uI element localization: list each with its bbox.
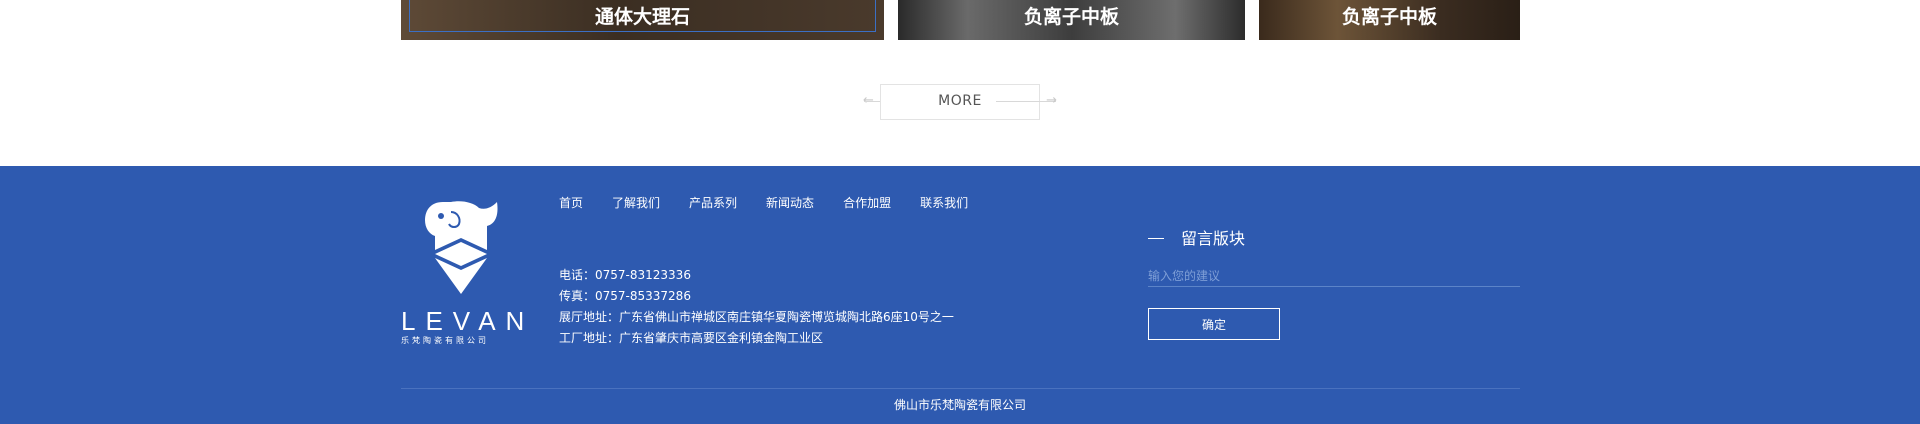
footer-nav: 首页 了解我们 产品系列 新闻动态 合作加盟 联系我们 bbox=[559, 196, 997, 210]
suggestion-input[interactable] bbox=[1148, 266, 1520, 287]
product-card-label: 负离子中板 bbox=[1023, 6, 1119, 28]
site-footer: LEVAN 乐梵陶瓷有限公司 首页 了解我们 产品系列 新闻动态 合作加盟 联系… bbox=[0, 166, 1920, 424]
elephant-logo-icon bbox=[425, 201, 498, 294]
title-dash bbox=[1148, 238, 1164, 239]
product-card-label: 通体大理石 bbox=[594, 6, 690, 28]
contact-phone: 电话：0757-83123336 bbox=[559, 268, 691, 282]
brand-subtitle: 乐梵陶瓷有限公司 bbox=[401, 336, 489, 345]
footer-nav-about[interactable]: 了解我们 bbox=[612, 196, 660, 210]
product-card-label: 负离子中板 bbox=[1341, 6, 1437, 28]
contact-factory: 工厂地址：广东省肇庆市高要区金利镇金陶工业区 bbox=[559, 331, 824, 345]
product-gallery: 通体大理石 负离子中板 负离子中板 bbox=[0, 0, 1920, 40]
more-button[interactable]: ← → MORE bbox=[863, 84, 1057, 120]
contact-fax: 传真：0757-85337286 bbox=[559, 289, 691, 303]
footer-divider bbox=[401, 388, 1520, 389]
footer-nav-join[interactable]: 合作加盟 bbox=[843, 196, 891, 210]
company-logo[interactable]: LEVAN 乐梵陶瓷有限公司 bbox=[401, 198, 535, 345]
footer-nav-news[interactable]: 新闻动态 bbox=[766, 196, 814, 210]
submit-button[interactable]: 确定 bbox=[1148, 308, 1280, 340]
product-card[interactable]: 通体大理石 bbox=[401, 0, 884, 40]
footer-nav-products[interactable]: 产品系列 bbox=[689, 196, 737, 210]
message-section-title: 留言版块 bbox=[1148, 230, 1245, 248]
footer-nav-home[interactable]: 首页 bbox=[559, 196, 583, 210]
more-label: MORE bbox=[938, 93, 982, 109]
contact-info: 电话：0757-83123336 传真：0757-85337286 展厅地址：广… bbox=[559, 265, 954, 349]
contact-showroom: 展厅地址：广东省佛山市禅城区南庄镇华夏陶瓷博览城陶北路6座10号之一 bbox=[559, 310, 954, 324]
brand-name: LEVAN bbox=[401, 306, 535, 336]
copyright-text: 佛山市乐梵陶瓷有限公司 bbox=[893, 398, 1026, 412]
product-card[interactable]: 负离子中板 bbox=[898, 0, 1245, 40]
message-title-text: 留言版块 bbox=[1181, 229, 1246, 248]
footer-nav-contact[interactable]: 联系我们 bbox=[920, 196, 968, 210]
product-card[interactable]: 负离子中板 bbox=[1259, 0, 1520, 40]
